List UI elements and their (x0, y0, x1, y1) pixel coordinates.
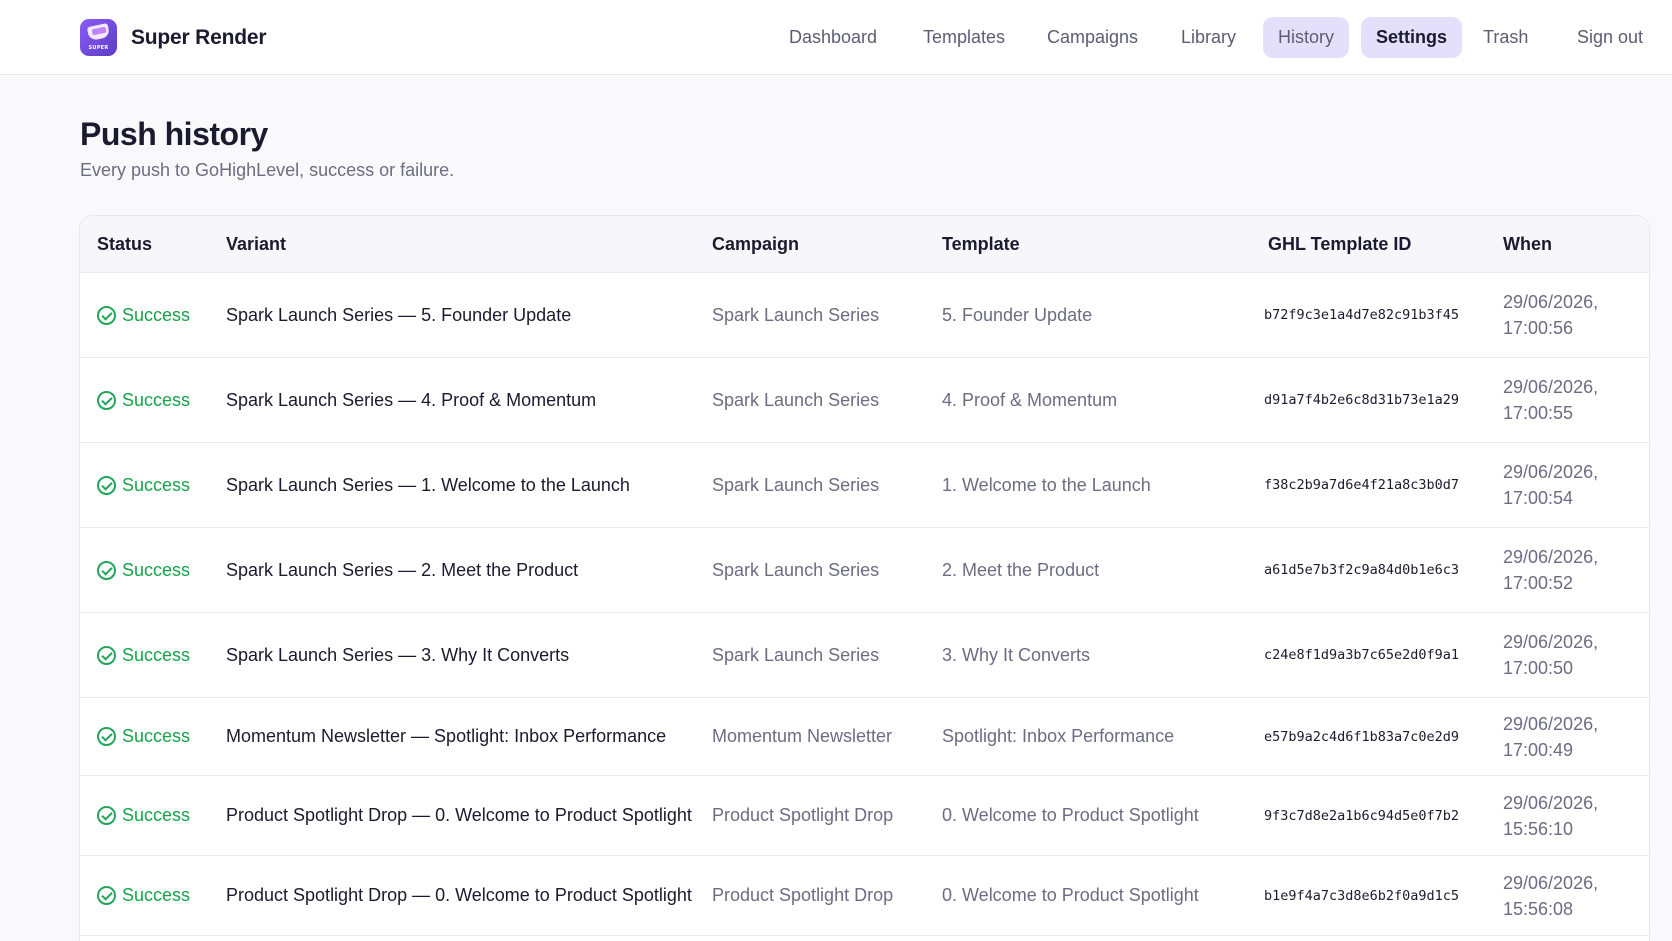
template-cell[interactable]: 3. Why It Converts (942, 613, 1090, 697)
header-variant[interactable]: Variant (226, 216, 286, 273)
check-circle-icon (97, 305, 116, 325)
check-circle-icon (97, 645, 116, 665)
timestamp-cell: 29/06/2026, 17:00:54 (1503, 462, 1599, 508)
timestamp-cell: 29/06/2026, 15:56:10 (1503, 792, 1599, 839)
campaign-cell[interactable]: Spark Launch Series (712, 273, 879, 357)
timestamp-cell: 29/06/2026, 17:00:55 (1503, 377, 1599, 423)
template-cell[interactable]: Spotlight: Inbox Performance (942, 698, 1174, 775)
variant-cell[interactable]: Spark Launch Series — 2. Meet the Produc… (226, 528, 578, 612)
template-cell[interactable]: 4. Proof & Momentum (942, 358, 1117, 442)
nav-library[interactable]: Library (1166, 17, 1251, 58)
table-row[interactable]: Success Spark Launch Series — 5. Founder … (80, 273, 1649, 358)
table-row[interactable]: Success Spark Launch Series — 2. Meet the… (80, 528, 1649, 613)
status-label: Success (122, 885, 191, 905)
table-row[interactable]: Success Spark Launch Series — 1. Welcome … (80, 443, 1649, 528)
variant-cell[interactable]: Spark Launch Series — 1. Welcome to the … (226, 443, 630, 527)
table-row[interactable]: Success Product Spotlight Drop — 0. Welco… (80, 776, 1649, 856)
header-ghl-template-id[interactable]: GHL Template ID (1268, 216, 1411, 273)
status-label: Success (122, 644, 191, 665)
header-when[interactable]: When (1503, 216, 1552, 273)
template-cell[interactable]: 0. Welcome to Product Spotlight (942, 856, 1199, 935)
push-history-table: Status Variant Campaign Template GHL Tem… (79, 215, 1650, 941)
campaign-cell[interactable]: Momentum Newsletter (712, 698, 892, 775)
nav-templates[interactable]: Templates (908, 17, 1020, 58)
main-nav: Dashboard Templates Campaigns Library Hi… (0, 17, 1672, 58)
campaign-cell[interactable]: Spark Launch Series (712, 443, 879, 527)
page-subtitle: Every push to GoHighLevel, success or fa… (80, 160, 455, 180)
variant-cell[interactable]: Product Spotlight Drop — 0. Welcome to P… (226, 856, 692, 935)
header-campaign[interactable]: Campaign (712, 216, 799, 273)
nav-sign-out[interactable]: Sign out (1562, 17, 1658, 58)
status-badge: Success (97, 776, 190, 855)
check-circle-icon (97, 886, 116, 905)
header-template[interactable]: Template (942, 216, 1020, 273)
campaign-cell[interactable]: Product Spotlight Drop (712, 776, 893, 855)
ghl-template-id-cell: d91a7f4b2e6c8d31b73e1a29 (1264, 392, 1460, 408)
variant-cell[interactable]: Spark Launch Series — 3. Why It Converts (226, 613, 569, 697)
nav-history[interactable]: History (1263, 17, 1350, 58)
template-cell[interactable]: 2. Meet the Product (942, 528, 1099, 612)
template-cell[interactable]: 5. Founder Update (942, 273, 1092, 357)
status-label: Success (122, 474, 191, 495)
status-label: Success (122, 805, 191, 825)
status-badge: Success (97, 528, 190, 612)
variant-cell[interactable]: Product Spotlight Drop — 0. Welcome to P… (226, 776, 692, 855)
ghl-template-id-cell: 9f3c7d8e2a1b6c94d5e0f7b2 (1264, 807, 1460, 824)
template-cell[interactable]: 1. Welcome to the Launch (942, 443, 1151, 527)
variant-cell[interactable]: Spark Launch Series — 5. Founder Update (226, 273, 571, 357)
variant-cell[interactable]: Momentum Newsletter — Spotlight: Inbox P… (226, 698, 666, 775)
timestamp-cell: 29/06/2026, 17:00:50 (1503, 632, 1599, 678)
check-circle-icon (97, 475, 116, 495)
variant-cell[interactable]: Spark Launch Series — 4. Proof & Momentu… (226, 358, 596, 442)
status-badge: Success (97, 443, 190, 527)
page-title: Push history (80, 116, 268, 152)
ghl-template-id-cell: b72f9c3e1a4d7e82c91b3f45 (1264, 307, 1460, 323)
campaign-cell[interactable]: Spark Launch Series (712, 528, 879, 612)
table-header: Status Variant Campaign Template GHL Tem… (80, 216, 1649, 273)
campaign-cell[interactable]: Product Spotlight Drop (712, 856, 893, 935)
status-label: Success (122, 304, 191, 325)
check-circle-icon (97, 806, 116, 825)
table-row[interactable]: Success Product Spotlight Drop — 0. Welco… (80, 856, 1649, 936)
status-badge: Success (97, 698, 190, 775)
nav-dashboard[interactable]: Dashboard (774, 17, 892, 58)
check-circle-icon (97, 727, 116, 746)
table-row[interactable]: Success Spark Launch Series — 3. Why It C… (80, 613, 1649, 698)
campaign-cell[interactable]: Spark Launch Series (712, 613, 879, 697)
table-body: Success Spark Launch Series — 5. Founder … (80, 273, 1649, 936)
ghl-template-id-cell: b1e9f4a7c3d8e6b2f0a9d1c5 (1264, 887, 1460, 904)
template-cell[interactable]: 0. Welcome to Product Spotlight (942, 776, 1199, 855)
status-badge: Success (97, 856, 190, 935)
status-label: Success (122, 559, 191, 580)
timestamp-cell: 29/06/2026, 17:00:52 (1503, 547, 1599, 593)
table-row[interactable]: Success Momentum Newsletter — Spotlight: … (80, 698, 1649, 776)
status-badge: Success (97, 358, 190, 442)
check-circle-icon (97, 560, 116, 580)
ghl-template-id-cell: a61d5e7b3f2c9a84d0b1e6c3 (1264, 562, 1460, 578)
status-badge: Success (97, 613, 190, 697)
ghl-template-id-cell: e57b9a2c4d6f1b83a7c0e2d9 (1264, 728, 1460, 745)
top-navigation-bar: SUPER Super Render Dashboard Templates C… (0, 0, 1672, 75)
timestamp-cell: 29/06/2026, 15:56:08 (1503, 872, 1599, 919)
nav-settings[interactable]: Settings (1361, 17, 1463, 58)
campaign-cell[interactable]: Spark Launch Series (712, 358, 879, 442)
ghl-template-id-cell: f38c2b9a7d6e4f21a8c3b0d7 (1264, 477, 1460, 493)
ghl-template-id-cell: c24e8f1d9a3b7c65e2d0f9a1 (1264, 647, 1460, 663)
timestamp-cell: 29/06/2026, 17:00:49 (1503, 713, 1599, 760)
status-label: Success (122, 389, 191, 410)
table-row[interactable]: Success Spark Launch Series — 4. Proof & … (80, 358, 1649, 443)
nav-trash[interactable]: Trash (1468, 17, 1543, 58)
status-badge: Success (97, 273, 190, 357)
timestamp-cell: 29/06/2026, 17:00:56 (1503, 292, 1599, 338)
nav-campaigns[interactable]: Campaigns (1032, 17, 1153, 58)
header-status[interactable]: Status (97, 216, 152, 273)
status-label: Success (122, 726, 191, 746)
check-circle-icon (97, 390, 116, 410)
